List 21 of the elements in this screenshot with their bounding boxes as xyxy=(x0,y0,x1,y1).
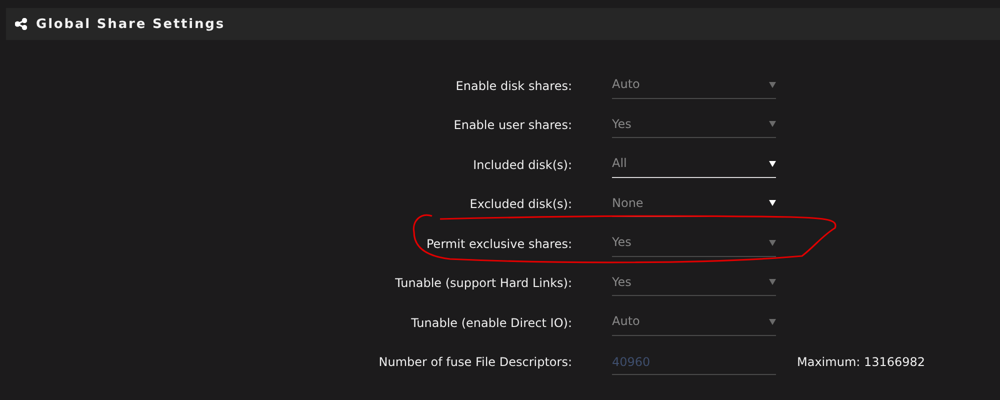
share-icon xyxy=(15,18,27,30)
setting-label: Enable disk shares: xyxy=(456,78,572,93)
setting-label: Enable user shares: xyxy=(454,118,572,132)
setting-label: Permit exclusive shares: xyxy=(426,236,572,251)
caret-icon xyxy=(769,199,776,206)
caret-icon xyxy=(769,80,776,88)
setting-label: Tunable (enable Direct IO): xyxy=(411,316,572,330)
caret-icon xyxy=(769,238,776,246)
setting-dropdown[interactable]: All xyxy=(612,152,776,178)
caret-icon xyxy=(769,278,776,286)
caret-icon xyxy=(769,160,776,167)
page-title: Global Share Settings xyxy=(36,16,226,32)
setting-label: Excluded disk(s): xyxy=(470,197,572,212)
setting-dropdown[interactable]: None xyxy=(612,191,776,218)
setting-label: Included disk(s): xyxy=(473,158,572,172)
setting-label: Number of fuse File Descriptors: xyxy=(378,355,572,370)
setting-label: Tunable (support Hard Links): xyxy=(395,276,572,290)
caret-icon xyxy=(769,318,776,325)
input-field[interactable]: 40960 xyxy=(612,349,776,376)
caret-icon xyxy=(769,120,776,128)
maximum-note: Maximum: 13166982 xyxy=(797,355,926,370)
